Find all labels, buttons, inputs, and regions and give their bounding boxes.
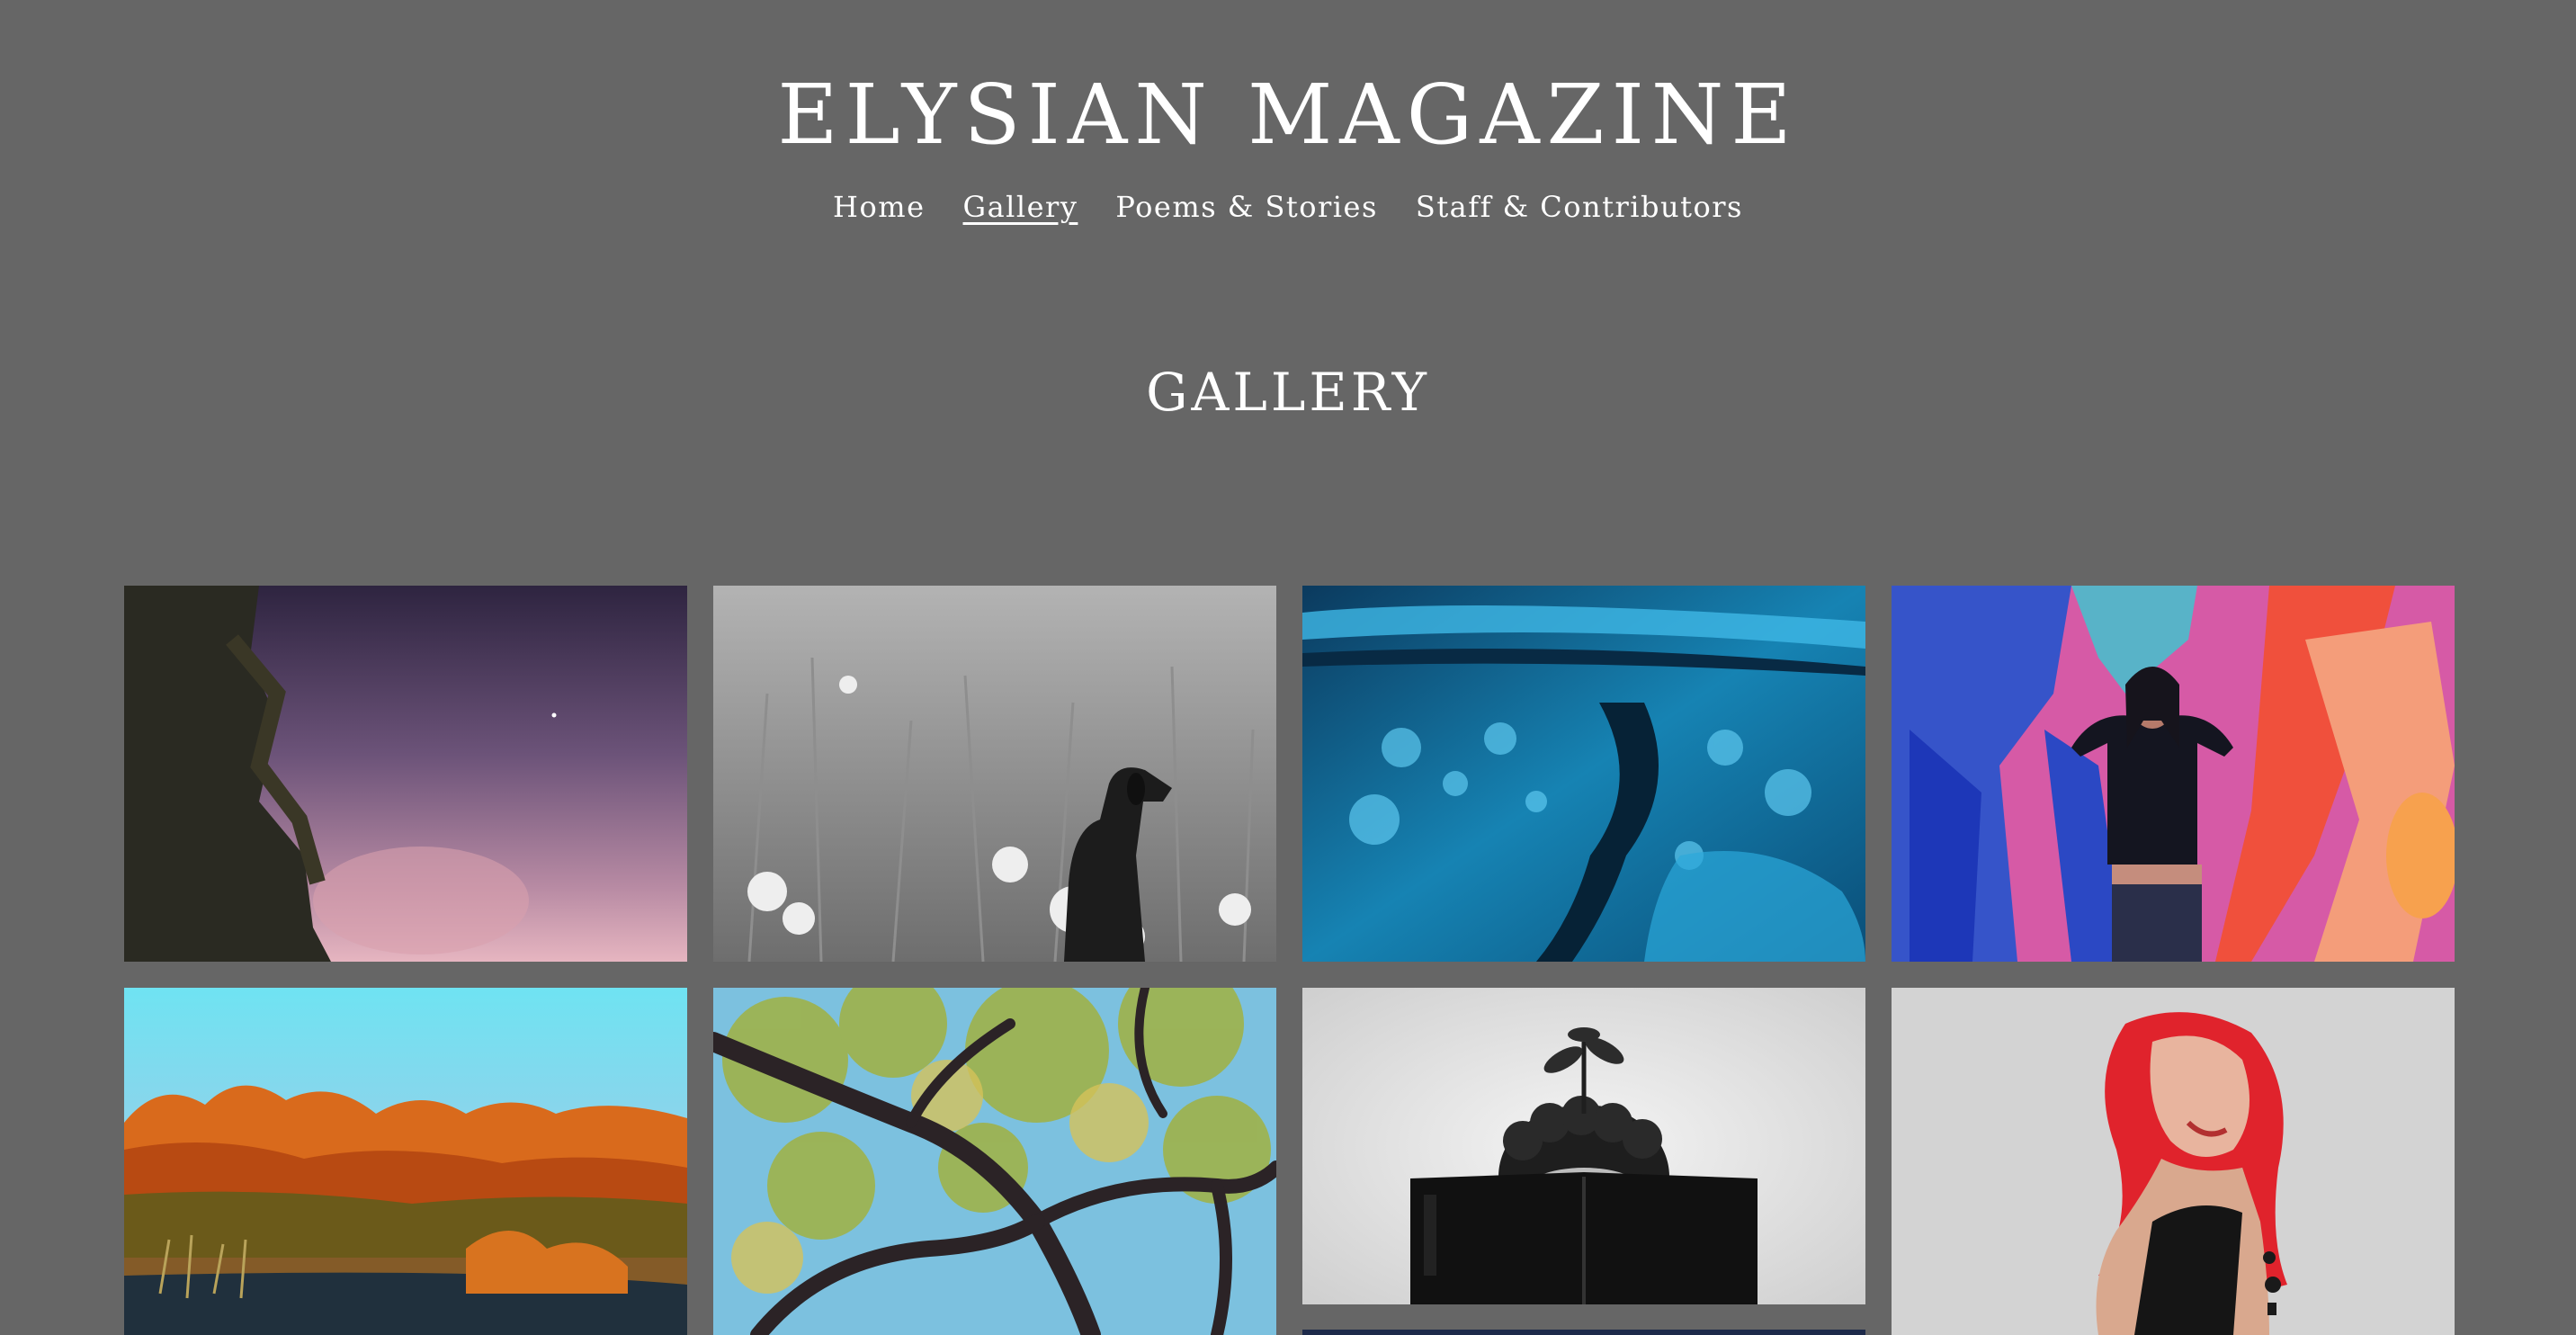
nav-link-staff-contributors[interactable]: Staff & Contributors <box>1416 185 1743 228</box>
painted-tree-branches-image <box>713 988 1276 1335</box>
gallery-image-twilight-sky[interactable] <box>124 586 687 962</box>
woman-colorful-shadows-image <box>1892 586 2455 962</box>
black-dog-in-field-image <box>713 586 1276 962</box>
gallery-image-red-haired-woman[interactable] <box>1892 988 2455 1335</box>
page-heading: GALLERY <box>1146 362 1430 423</box>
person-reading-book-with-plant-image <box>1302 988 1865 1304</box>
blue-fluid-art-image <box>1302 586 1865 962</box>
gallery-image-woman-colorful-shadows[interactable] <box>1892 586 2455 962</box>
red-haired-woman-illustration-image <box>1892 988 2455 1335</box>
gallery-image-painted-tree[interactable] <box>713 988 1276 1335</box>
twilight-sky-image <box>124 586 687 962</box>
nav-link-gallery[interactable]: Gallery <box>963 185 1078 228</box>
gallery-image-black-dog[interactable] <box>713 586 1276 962</box>
nav-link-poems-stories[interactable]: Poems & Stories <box>1115 185 1377 228</box>
gallery-image-person-reading[interactable] <box>1302 988 1865 1304</box>
gallery-image-blue-fluid-art[interactable] <box>1302 586 1865 962</box>
partial-dark-image <box>1302 1330 1865 1335</box>
nav-link-home[interactable]: Home <box>833 185 925 228</box>
main-nav: Home Gallery Poems & Stories Staff & Con… <box>0 185 2576 228</box>
gallery-image-autumn-trees[interactable] <box>124 988 687 1335</box>
autumn-trees-by-water-image <box>124 988 687 1335</box>
site-title[interactable]: ELYSIAN MAGAZINE <box>0 65 2576 166</box>
gallery-image-partial[interactable] <box>1302 1330 1865 1335</box>
